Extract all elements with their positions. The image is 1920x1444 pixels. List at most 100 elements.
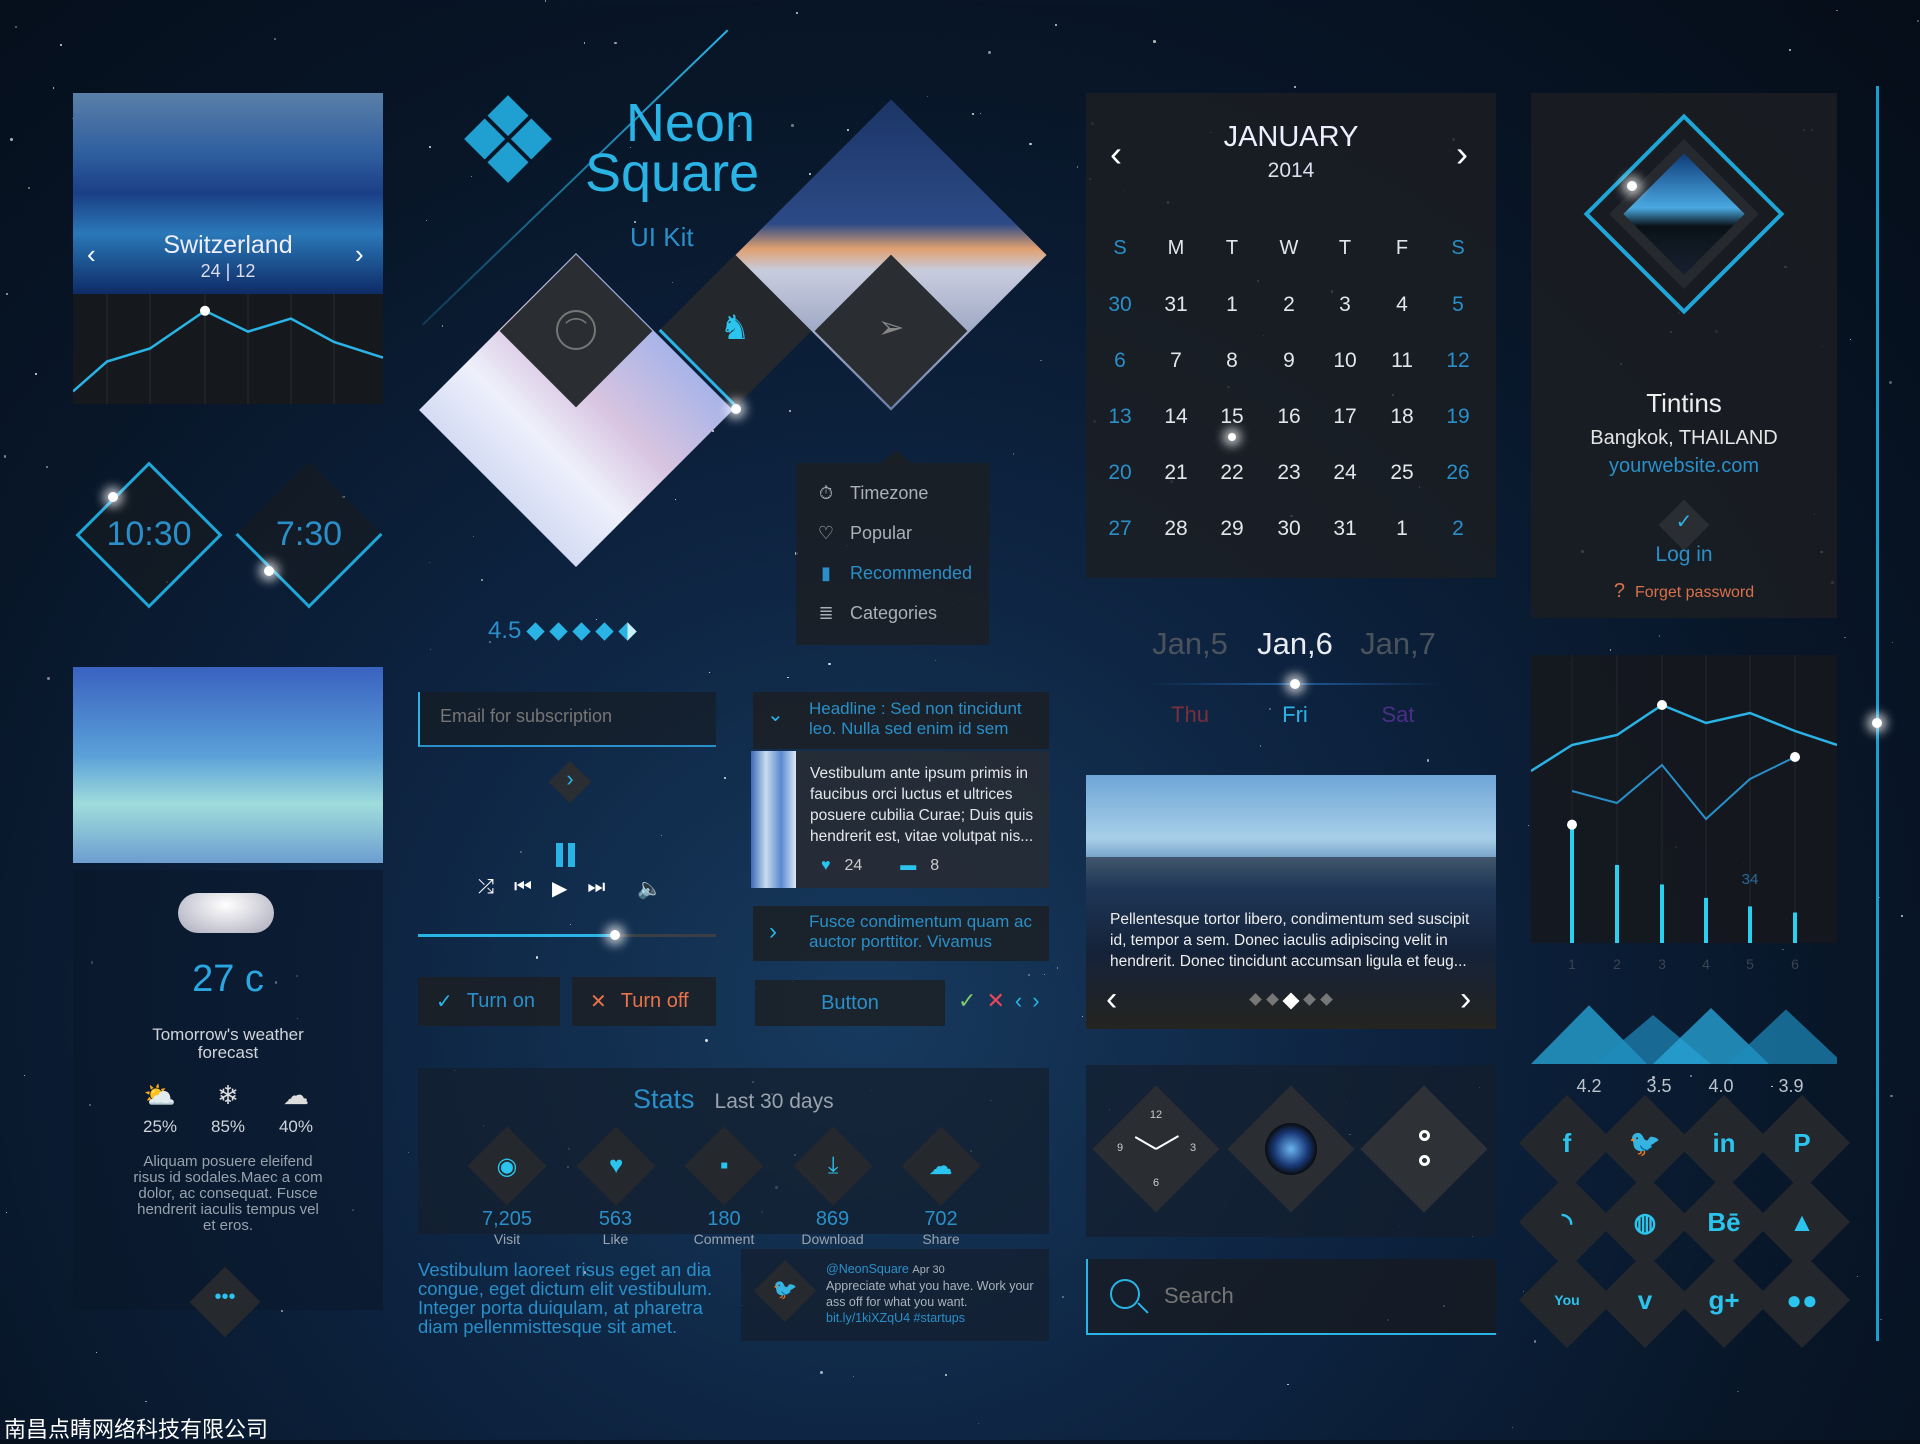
turn-on-button[interactable]: ✓ Turn on	[418, 977, 560, 1026]
twitter-button[interactable]: 🐦	[1596, 1094, 1694, 1192]
close-icon[interactable]: ✕	[986, 988, 1004, 1014]
slider-dot[interactable]	[1249, 993, 1262, 1006]
date-option[interactable]: Jan,5	[1130, 626, 1250, 662]
slider-next-icon[interactable]: ›	[1460, 980, 1471, 1019]
email-field[interactable]	[418, 692, 716, 747]
menu-item-timezone[interactable]: ⏱ Timezone	[816, 483, 928, 504]
profile-website-link[interactable]: yourwebsite.com	[1531, 455, 1837, 478]
search-field[interactable]	[1086, 1259, 1496, 1335]
rating-diamond[interactable]	[526, 621, 546, 641]
scroll-thumb[interactable]	[1872, 718, 1882, 728]
stat-visit[interactable]: ◉ 7,205 Visit	[452, 1126, 562, 1247]
toggle-switch-icon[interactable]	[1418, 1130, 1430, 1166]
vimeo-button[interactable]: v	[1596, 1251, 1694, 1349]
calendar-day[interactable]: 1	[1207, 293, 1257, 317]
date-picker-handle[interactable]	[1290, 679, 1300, 689]
calendar-day[interactable]: 5	[1433, 293, 1483, 317]
calendar-day[interactable]: 14	[1151, 405, 1201, 429]
calendar-day[interactable]: 15	[1207, 405, 1257, 429]
calendar-day[interactable]: 21	[1151, 461, 1201, 485]
calendar-day[interactable]: 24	[1320, 461, 1370, 485]
calendar-day[interactable]: 18	[1377, 405, 1427, 429]
chevron-left-icon[interactable]: ‹	[87, 239, 96, 270]
calendar-day[interactable]: 7	[1151, 349, 1201, 373]
chevron-right-icon[interactable]: ›	[355, 239, 364, 270]
stat-share[interactable]: ☁ 702 Share	[886, 1126, 996, 1247]
slider-dot[interactable]	[1282, 992, 1300, 1010]
volume-icon[interactable]: 🔈	[637, 876, 662, 901]
flickr-button[interactable]: ●●	[1753, 1251, 1851, 1349]
linkedin-button[interactable]: in	[1675, 1094, 1773, 1192]
forrst-button[interactable]: ▲	[1753, 1173, 1851, 1271]
tweet-link[interactable]: bit.ly/1kiXZqU4 #startups	[826, 1310, 1041, 1326]
calendar-day[interactable]: 12	[1433, 349, 1483, 373]
calendar-day[interactable]: 26	[1433, 461, 1483, 485]
generic-button[interactable]: Button	[755, 980, 945, 1026]
rating-diamond[interactable]	[572, 621, 592, 641]
facebook-button[interactable]: f	[1518, 1094, 1616, 1192]
calendar-day[interactable]: 9	[1264, 349, 1314, 373]
calendar-day[interactable]: 10	[1320, 349, 1370, 373]
calendar-day[interactable]: 29	[1207, 517, 1257, 541]
behance-button[interactable]: Bē	[1675, 1173, 1773, 1271]
previous-icon[interactable]: ⏮	[514, 876, 532, 901]
calendar-day[interactable]: 13	[1095, 405, 1145, 429]
calendar-day[interactable]: 2	[1264, 293, 1314, 317]
next-icon[interactable]: ⏭	[587, 876, 605, 901]
email-input[interactable]	[440, 706, 700, 727]
calendar-day[interactable]: 4	[1377, 293, 1427, 317]
stat-comment[interactable]: ▪ 180 Comment	[669, 1126, 779, 1247]
rating-diamond[interactable]	[595, 621, 615, 641]
rating-stars[interactable]	[526, 621, 638, 641]
calendar-day[interactable]: 30	[1264, 517, 1314, 541]
date-option[interactable]: Jan,7	[1338, 626, 1458, 662]
calendar-day[interactable]: 23	[1264, 461, 1314, 485]
rating-diamond[interactable]	[618, 621, 638, 641]
calendar-day[interactable]: 27	[1095, 517, 1145, 541]
bar[interactable]	[1615, 864, 1619, 943]
calendar-day[interactable]: 11	[1377, 349, 1427, 373]
date-option[interactable]: Jan,6	[1235, 626, 1355, 662]
search-input[interactable]	[1164, 1283, 1464, 1309]
rating-diamond[interactable]	[549, 621, 569, 641]
calendar-day[interactable]: 31	[1151, 293, 1201, 317]
calendar-day[interactable]: 16	[1264, 405, 1314, 429]
shuffle-icon[interactable]: ⤮	[478, 876, 494, 901]
comment-icon[interactable]: ▬	[900, 857, 916, 875]
calendar-day[interactable]: 31	[1320, 517, 1370, 541]
dribbble-button[interactable]: ◍	[1596, 1173, 1694, 1271]
calendar-day[interactable]: 17	[1320, 405, 1370, 429]
stat-download[interactable]: ⤓ 869 Download	[778, 1126, 888, 1247]
tweet-handle[interactable]: @NeonSquare	[826, 1262, 909, 1276]
menu-item-popular[interactable]: ♡ Popular	[816, 523, 912, 544]
bar[interactable]	[1660, 884, 1664, 943]
day-option[interactable]: Thu	[1130, 702, 1250, 728]
calendar-day[interactable]: 22	[1207, 461, 1257, 485]
day-option[interactable]: Sat	[1338, 702, 1458, 728]
heart-icon[interactable]: ♥	[821, 857, 831, 875]
calendar-day[interactable]: 8	[1207, 349, 1257, 373]
calendar-day[interactable]: 20	[1095, 461, 1145, 485]
menu-item-categories[interactable]: ≣ Categories	[816, 603, 937, 624]
day-option[interactable]: Fri	[1235, 702, 1355, 728]
calendar-day[interactable]: 28	[1151, 517, 1201, 541]
calendar-day[interactable]: 2	[1433, 517, 1483, 541]
accordion-header-expanded[interactable]: ⌄ Headline : Sed non tincidunt leo. Null…	[753, 692, 1049, 749]
vertical-scrollbar[interactable]	[1876, 86, 1879, 1341]
slider-prev-icon[interactable]: ‹	[1106, 980, 1117, 1019]
bar[interactable]	[1793, 912, 1797, 944]
chevron-left-icon[interactable]: ‹	[1015, 988, 1022, 1014]
login-link[interactable]: Log in	[1531, 543, 1837, 567]
menu-item-recommended[interactable]: ▮ Recommended	[816, 563, 972, 584]
calendar-day[interactable]: 30	[1095, 293, 1145, 317]
calendar-day[interactable]: 25	[1377, 461, 1427, 485]
turn-off-button[interactable]: ✕ Turn off	[572, 977, 716, 1026]
bar[interactable]	[1570, 824, 1574, 943]
rss-button[interactable]: ◝	[1518, 1173, 1616, 1271]
google-plus-button[interactable]: g+	[1675, 1251, 1773, 1349]
bar[interactable]	[1704, 897, 1708, 943]
check-icon[interactable]: ✓	[958, 988, 976, 1014]
accordion-header-collapsed[interactable]: › Fusce condimentum quam ac auctor portt…	[753, 906, 1049, 961]
slider-dot[interactable]	[1266, 993, 1279, 1006]
youtube-button[interactable]: You	[1518, 1251, 1616, 1349]
